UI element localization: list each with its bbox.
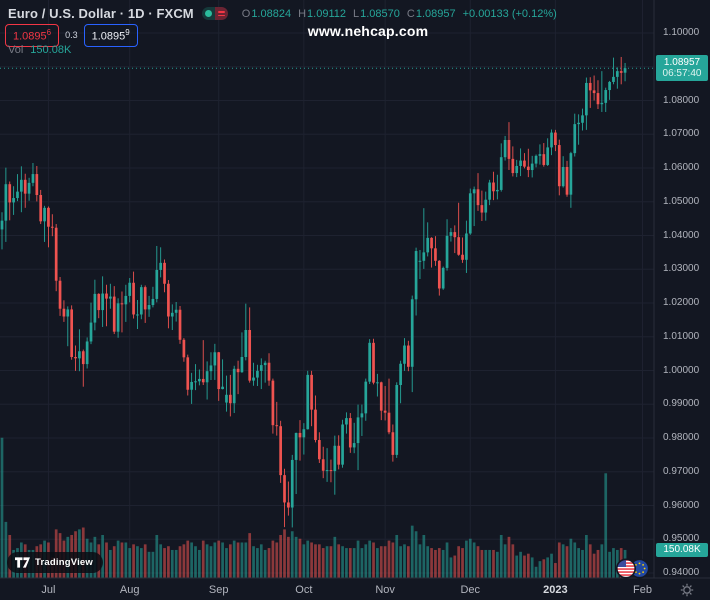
time-tick-label: Feb bbox=[633, 584, 652, 596]
price-tick-label: 1.01000 bbox=[663, 330, 700, 342]
close-value: 1.08957 bbox=[415, 7, 456, 20]
toggle-on-segment bbox=[201, 7, 215, 20]
time-tick-label: Aug bbox=[119, 584, 140, 596]
symbol-title[interactable]: Euro / U.S. Dollar · 1D · FXCM bbox=[8, 6, 194, 21]
price-tick-label: 0.97000 bbox=[663, 465, 700, 477]
price-tick-label: 0.98000 bbox=[663, 432, 700, 443]
time-axis-settings-gear-icon[interactable] bbox=[680, 583, 694, 597]
bar-close-countdown: 06:57:40 bbox=[662, 68, 702, 80]
price-tick-label: 1.08000 bbox=[663, 94, 700, 106]
toggle-menu-segment bbox=[214, 7, 228, 20]
price-tick-label: 1.03000 bbox=[663, 263, 700, 275]
ohlc-values: O1.08824 H1.09112 L1.08570 C1.08957 +0.0… bbox=[242, 8, 557, 20]
time-tick-label: Nov bbox=[375, 584, 395, 596]
price-tick-label: 1.02000 bbox=[663, 297, 700, 308]
chart-legend: Euro / U.S. Dollar · 1D · FXCM O1.08824 … bbox=[8, 6, 557, 21]
tradingview-icon bbox=[15, 557, 30, 568]
eurusd-pair-flags-icon bbox=[616, 558, 650, 579]
change-value: +0.00133 (+0.12%) bbox=[462, 7, 557, 20]
green-dot-icon bbox=[204, 10, 212, 17]
high-label: H bbox=[298, 7, 307, 20]
bid-price-pip: 6 bbox=[46, 28, 52, 37]
time-tick-label: Sep bbox=[208, 584, 229, 596]
buy-sell-toggle[interactable] bbox=[201, 7, 228, 20]
open-value: 1.08824 bbox=[251, 7, 292, 20]
volume-legend: Vol 150.08K bbox=[8, 44, 71, 56]
high-value: 1.09112 bbox=[307, 7, 346, 20]
price-tick-label: 1.00000 bbox=[663, 364, 700, 376]
tradingview-chart-window: 0.94000 0.95000 0.96000 0.97000 0.98000 0.990… bbox=[0, 0, 710, 600]
price-tick-label: 0.96000 bbox=[663, 499, 700, 511]
tradingview-logo-link[interactable]: TradingView bbox=[7, 552, 103, 573]
site-watermark: www.nehcap.com bbox=[307, 23, 429, 39]
low-value: 1.08570 bbox=[360, 7, 400, 20]
red-line-icon bbox=[217, 10, 225, 13]
price-tick-label: 0.94000 bbox=[663, 567, 700, 578]
price-tick-label: 1.04000 bbox=[663, 229, 700, 241]
ask-price: 1.0895 bbox=[91, 30, 126, 43]
time-tick-label: Jul bbox=[41, 584, 56, 596]
tradingview-logo-text: TradingView bbox=[35, 557, 93, 568]
bid-price: 1.0895 bbox=[13, 30, 47, 43]
price-tick-label: 1.05000 bbox=[663, 195, 700, 207]
time-tick-label: Oct bbox=[295, 584, 313, 596]
last-price-value: 1.08957 bbox=[663, 57, 701, 69]
candlestick-chart[interactable] bbox=[0, 0, 710, 600]
price-tick-label: 1.10000 bbox=[663, 27, 700, 38]
price-tick-label: 1.06000 bbox=[663, 162, 700, 173]
volume-badge: 150.08K bbox=[656, 542, 708, 557]
volume-label: Vol bbox=[8, 44, 24, 56]
spread-value: 0.3 bbox=[65, 30, 78, 41]
open-label: O bbox=[241, 7, 251, 20]
time-tick-label: 2023 bbox=[543, 584, 568, 596]
time-tick-label: Dec bbox=[460, 584, 481, 596]
red-line-icon bbox=[217, 14, 225, 17]
ask-price-pip: 9 bbox=[125, 28, 130, 37]
low-label: L bbox=[352, 7, 360, 20]
volume-value: 150.08K bbox=[30, 44, 72, 56]
close-label: C bbox=[406, 7, 415, 20]
last-price-badge: 1.08957 06:57:40 bbox=[656, 55, 708, 82]
price-tick-label: 0.99000 bbox=[663, 398, 700, 410]
price-tick-label: 1.07000 bbox=[663, 128, 700, 140]
buy-button[interactable]: 1.08959 bbox=[83, 24, 138, 47]
